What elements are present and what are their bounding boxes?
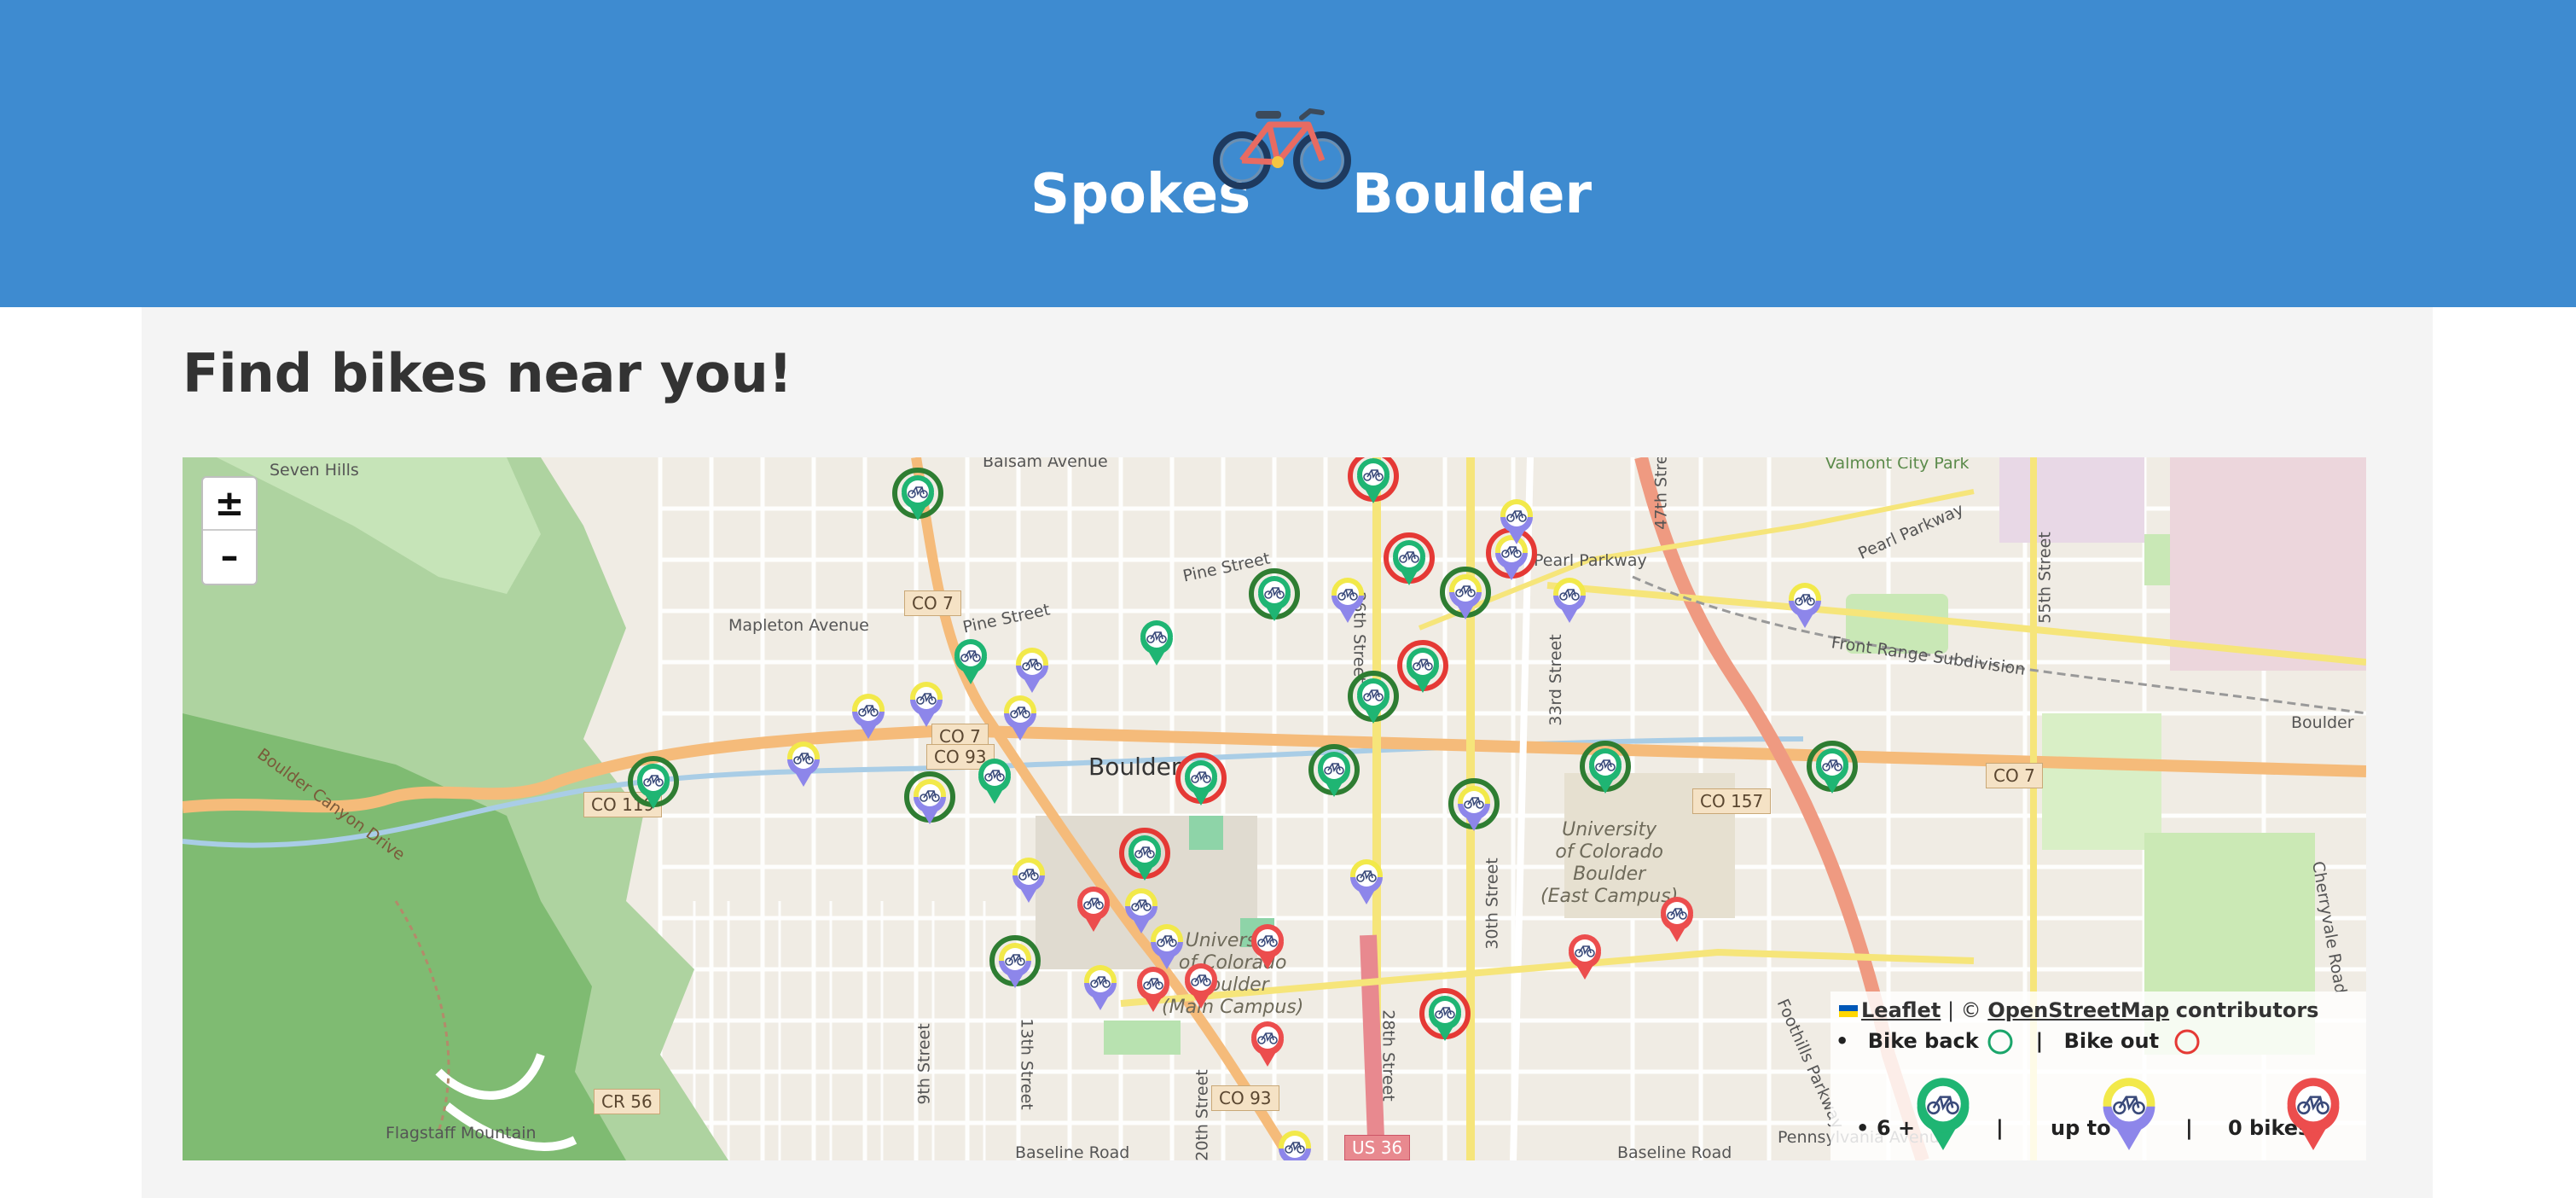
legend-pin-yellow-icon[interactable] xyxy=(2103,1078,2155,1150)
bike-station-marker[interactable] xyxy=(1789,583,1821,628)
bike-station-marker[interactable] xyxy=(1077,887,1110,932)
legend-pin-red-icon[interactable] xyxy=(2287,1078,2340,1150)
bike-station-marker[interactable] xyxy=(904,771,955,824)
bike-station-marker[interactable] xyxy=(1661,897,1693,942)
bike-station-marker[interactable] xyxy=(1419,988,1471,1041)
bike-station-marker[interactable] xyxy=(1251,1021,1284,1067)
bike-station-marker[interactable] xyxy=(1384,532,1435,585)
bike-station-marker[interactable] xyxy=(1440,567,1491,619)
bike-station-marker[interactable] xyxy=(1137,967,1169,1012)
bike-station-marker[interactable] xyxy=(1397,640,1448,693)
legend-pin-green-icon[interactable] xyxy=(1917,1078,1970,1150)
bike-station-marker[interactable] xyxy=(892,468,943,520)
bike-station-marker[interactable] xyxy=(1249,568,1300,621)
bike-station-marker[interactable] xyxy=(989,935,1041,988)
bike-station-marker[interactable] xyxy=(1279,1131,1311,1160)
bike-station-marker[interactable] xyxy=(1012,858,1045,903)
bike-station-marker[interactable] xyxy=(978,759,1011,804)
bike-station-marker[interactable] xyxy=(1016,648,1048,693)
bike-station-marker[interactable] xyxy=(910,682,943,727)
bike-station-marker[interactable] xyxy=(1175,753,1227,805)
bike-station-marker[interactable] xyxy=(1486,527,1537,580)
bike-station-marker[interactable] xyxy=(1151,924,1183,969)
bike-station-marker[interactable] xyxy=(628,756,679,809)
bike-station-marker[interactable] xyxy=(1569,934,1601,980)
brand-name-right: Boulder xyxy=(1352,163,1593,226)
bike-station-marker[interactable] xyxy=(1448,778,1500,831)
bike-map[interactable]: Seven Hills Balsam Avenue Mapleton Avenu… xyxy=(183,457,2366,1160)
map-legend: Leaflet | © OpenStreetMap contributors •… xyxy=(1830,992,2366,1160)
bike-station-marker[interactable] xyxy=(1119,828,1170,881)
bike-station-marker[interactable] xyxy=(852,694,885,739)
bike-station-marker[interactable] xyxy=(1348,457,1399,503)
bike-station-marker[interactable] xyxy=(1004,695,1036,741)
page-title: Find bikes near you! xyxy=(183,342,793,404)
legend-pin-icons xyxy=(1917,1078,2340,1150)
bike-station-marker[interactable] xyxy=(787,741,820,787)
bike-station-marker[interactable] xyxy=(1251,924,1284,969)
bike-station-marker[interactable] xyxy=(1084,965,1117,1010)
bike-station-marker[interactable] xyxy=(1807,741,1858,794)
bike-station-marker[interactable] xyxy=(1140,620,1173,666)
bike-station-marker[interactable] xyxy=(1185,963,1217,1009)
bike-station-marker[interactable] xyxy=(1553,578,1586,623)
bike-station-marker[interactable] xyxy=(1308,744,1360,797)
bicycle-logo-icon xyxy=(1213,108,1351,189)
bike-station-marker[interactable] xyxy=(1580,741,1631,794)
bike-station-marker[interactable] xyxy=(1348,671,1399,724)
bike-station-marker[interactable] xyxy=(1350,859,1383,904)
bike-station-marker[interactable] xyxy=(1332,578,1364,623)
bike-station-marker[interactable] xyxy=(954,639,987,684)
site-header: Spokes Boulder xyxy=(0,0,2576,307)
bike-station-marker[interactable] xyxy=(1125,888,1157,933)
